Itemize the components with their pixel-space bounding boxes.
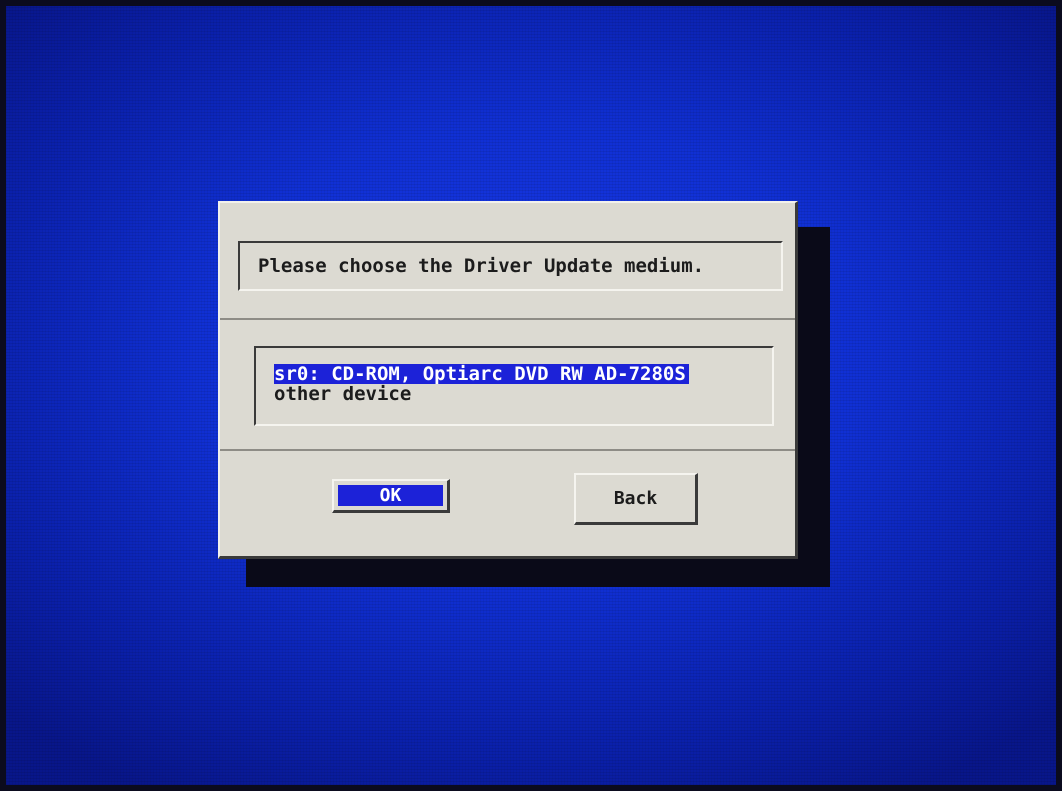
divider-top bbox=[220, 318, 795, 320]
list-item-other-device[interactable]: other device bbox=[274, 384, 414, 404]
ok-button[interactable]: OK bbox=[332, 479, 450, 513]
dialog-title: Please choose the Driver Update medium. bbox=[258, 255, 705, 277]
back-button[interactable]: Back bbox=[574, 473, 698, 525]
screen-background: Please choose the Driver Update medium. … bbox=[6, 6, 1056, 785]
list-item-sr0[interactable]: sr0: CD-ROM, Optiarc DVD RW AD-7280S bbox=[274, 364, 689, 384]
divider-bottom bbox=[220, 449, 795, 451]
ok-button-label: OK bbox=[338, 485, 443, 506]
driver-update-dialog: Please choose the Driver Update medium. … bbox=[218, 201, 798, 559]
dialog-title-box: Please choose the Driver Update medium. bbox=[238, 241, 783, 291]
device-list[interactable]: sr0: CD-ROM, Optiarc DVD RW AD-7280S oth… bbox=[254, 346, 774, 426]
back-button-label: Back bbox=[613, 488, 658, 509]
